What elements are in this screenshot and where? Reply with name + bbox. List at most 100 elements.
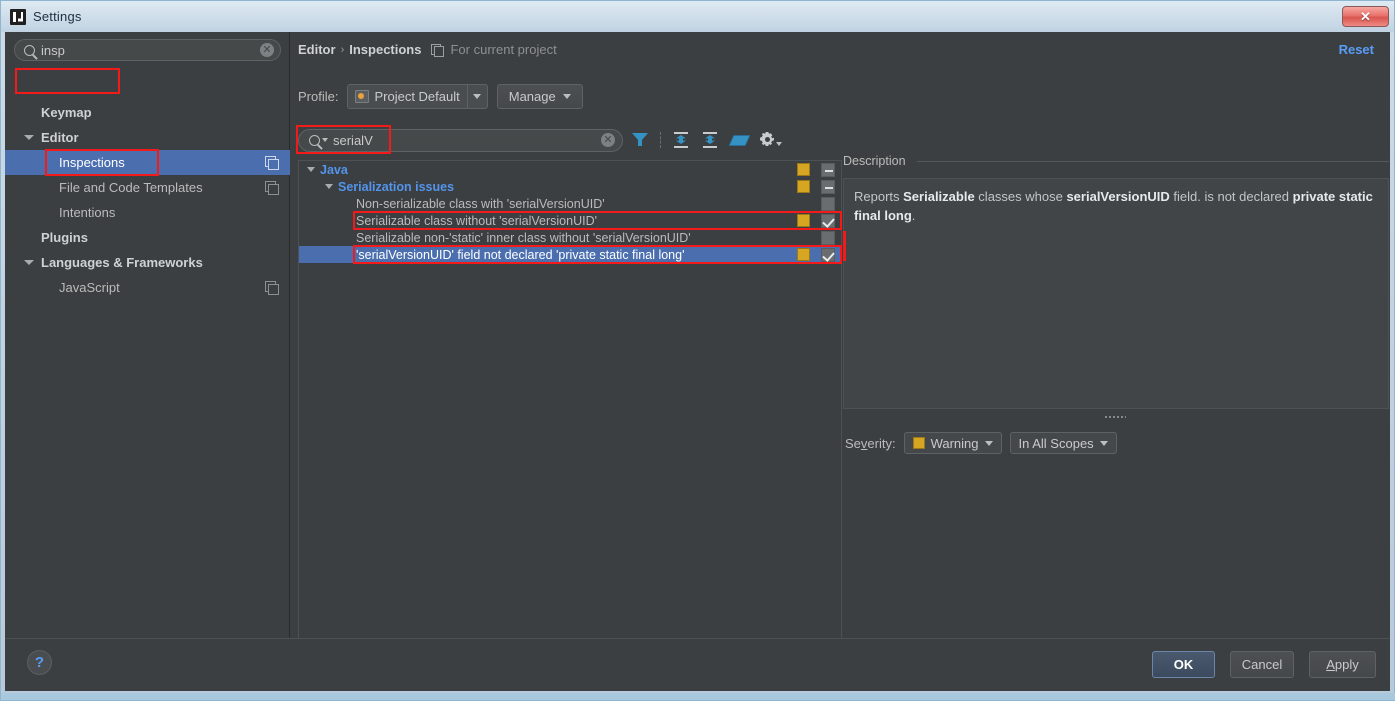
- scope-value: In All Scopes: [1018, 435, 1094, 451]
- search-icon: [309, 134, 320, 146]
- description-fragment: Reports: [854, 189, 904, 204]
- inspection-search-input[interactable]: serialV ✕: [298, 128, 623, 152]
- inspection-tree-row[interactable]: Serializable class without 'serialVersio…: [299, 212, 841, 229]
- inspection-enabled-checkbox[interactable]: [821, 248, 835, 262]
- profile-label: Profile:: [298, 89, 339, 104]
- severity-indicator[interactable]: [797, 180, 810, 193]
- close-button[interactable]: ✕: [1342, 6, 1389, 27]
- settings-content: Editor › Inspections For current project…: [291, 32, 1390, 657]
- sidebar-search-highlight-box: [15, 68, 120, 94]
- inspection-enabled-checkbox[interactable]: [821, 231, 835, 245]
- severity-indicator[interactable]: [797, 248, 810, 261]
- gear-icon[interactable]: [759, 131, 782, 149]
- reset-to-empty-icon[interactable]: [730, 131, 748, 149]
- settings-search-input[interactable]: insp ✕: [14, 39, 281, 61]
- collapse-all-icon[interactable]: [701, 131, 719, 149]
- chevron-down-icon[interactable]: [24, 135, 34, 140]
- inspection-tree-row[interactable]: Java: [299, 161, 841, 178]
- settings-dialog: insp ✕ Keymap Editor Inspections File and C…: [5, 32, 1390, 691]
- clear-icon[interactable]: ✕: [260, 43, 274, 57]
- cancel-button[interactable]: Cancel: [1230, 651, 1294, 678]
- window-title: Settings: [33, 9, 82, 24]
- severity-color-swatch: [912, 437, 925, 449]
- copy-settings-icon[interactable]: [265, 281, 279, 295]
- clear-icon[interactable]: ✕: [601, 133, 615, 147]
- intellij-idea-icon: [10, 8, 26, 25]
- description-panel: Description Reports Serializable classes…: [843, 154, 1389, 657]
- inspection-tree-row[interactable]: 'serialVersionUID' field not declared 'p…: [299, 246, 841, 263]
- sidebar-item-languages-frameworks[interactable]: Languages & Frameworks: [5, 250, 290, 275]
- description-divider: [917, 161, 1389, 162]
- inspection-search-value: serialV: [333, 132, 373, 148]
- description-emphasis: serialVersionUID: [1066, 189, 1170, 204]
- chevron-down-icon[interactable]: [307, 167, 315, 172]
- sidebar-item-keymap[interactable]: Keymap: [5, 100, 290, 125]
- chevron-down-icon: [562, 94, 571, 99]
- chevron-down-icon: [984, 440, 993, 446]
- toolbar-divider: [660, 132, 661, 148]
- filter-icon[interactable]: [631, 131, 649, 149]
- inspection-tree-rows: Java Serialization issues Non-serializable…: [299, 161, 841, 263]
- help-button[interactable]: ?: [27, 650, 52, 675]
- ok-button[interactable]: OK: [1152, 651, 1215, 678]
- title-bar: Settings ✕: [1, 1, 1394, 32]
- inspection-enabled-checkbox[interactable]: [821, 180, 835, 194]
- manage-button[interactable]: Manage: [496, 84, 583, 109]
- sidebar-item-inspections[interactable]: Inspections: [5, 150, 290, 175]
- description-highlight-marker: [843, 231, 846, 261]
- description-fragment: .: [911, 208, 916, 223]
- severity-indicator[interactable]: [797, 163, 810, 176]
- severity-select[interactable]: Warning: [903, 432, 1002, 454]
- sidebar-item-plugins[interactable]: Plugins: [5, 225, 290, 250]
- inspection-row-label: Serialization issues: [338, 179, 455, 194]
- breadcrumb-current: Inspections: [349, 42, 422, 57]
- inspection-tree-row[interactable]: Serialization issues: [299, 178, 841, 195]
- sidebar-item-label: File and Code Templates: [59, 180, 203, 195]
- resize-grip[interactable]: [1104, 415, 1126, 420]
- inspection-tree[interactable]: Java Serialization issues Non-serializable…: [298, 160, 842, 657]
- chevron-down-icon[interactable]: [24, 260, 34, 265]
- sidebar-item-file-and-code-templates[interactable]: File and Code Templates: [5, 175, 290, 200]
- severity-row: Severity: Warning In All Scopes: [845, 432, 1117, 454]
- inspection-enabled-checkbox[interactable]: [821, 197, 835, 211]
- chevron-down-icon[interactable]: [325, 184, 333, 189]
- inspection-enabled-checkbox[interactable]: [821, 163, 835, 177]
- close-icon: ✕: [1360, 9, 1371, 24]
- inspection-row-label: 'serialVersionUID' field not declared 'p…: [356, 247, 685, 262]
- search-icon: [24, 44, 35, 56]
- inspection-tree-row[interactable]: Serializable non-'static' inner class wi…: [299, 229, 841, 246]
- inspection-row-label: Non-serializable class with 'serialVersi…: [356, 196, 605, 211]
- inspection-search-row: serialV ✕: [298, 128, 938, 152]
- severity-value: Warning: [930, 435, 979, 451]
- copy-scope-icon: [431, 43, 445, 57]
- copy-settings-icon[interactable]: [265, 156, 279, 170]
- profile-row: Profile: Project Default Manage: [298, 84, 583, 109]
- apply-button[interactable]: Apply: [1309, 651, 1376, 678]
- sidebar-item-label: Intentions: [59, 205, 116, 220]
- sidebar-item-javascript[interactable]: JavaScript: [5, 275, 290, 300]
- expand-all-icon[interactable]: [672, 131, 690, 149]
- chevron-down-icon: [1099, 440, 1108, 446]
- manage-button-label: Manage: [508, 89, 556, 104]
- settings-sidebar: insp ✕ Keymap Editor Inspections File and C…: [5, 32, 290, 638]
- chevron-down-icon[interactable]: [466, 85, 487, 108]
- breadcrumb-separator: ›: [340, 43, 345, 56]
- chevron-down-icon[interactable]: [322, 138, 328, 142]
- profile-select[interactable]: Project Default: [347, 84, 488, 109]
- breadcrumb-root[interactable]: Editor: [298, 42, 336, 57]
- inspection-row-label: Serializable non-'static' inner class wi…: [356, 230, 691, 245]
- description-emphasis: Serializable: [903, 189, 975, 204]
- inspection-row-label: Java: [320, 162, 348, 177]
- inspection-tree-row[interactable]: Non-serializable class with 'serialVersi…: [299, 195, 841, 212]
- settings-search-value: insp: [41, 42, 65, 58]
- sidebar-item-editor[interactable]: Editor: [5, 125, 290, 150]
- scope-select[interactable]: In All Scopes: [1009, 432, 1117, 454]
- breadcrumb: Editor › Inspections For current project: [298, 42, 557, 57]
- sidebar-item-label: JavaScript: [59, 280, 120, 295]
- severity-indicator[interactable]: [797, 214, 810, 227]
- sidebar-item-label: Inspections: [59, 155, 125, 170]
- sidebar-item-intentions[interactable]: Intentions: [5, 200, 290, 225]
- copy-settings-icon[interactable]: [265, 181, 279, 195]
- reset-link[interactable]: Reset: [1339, 42, 1374, 57]
- inspection-enabled-checkbox[interactable]: [821, 214, 835, 228]
